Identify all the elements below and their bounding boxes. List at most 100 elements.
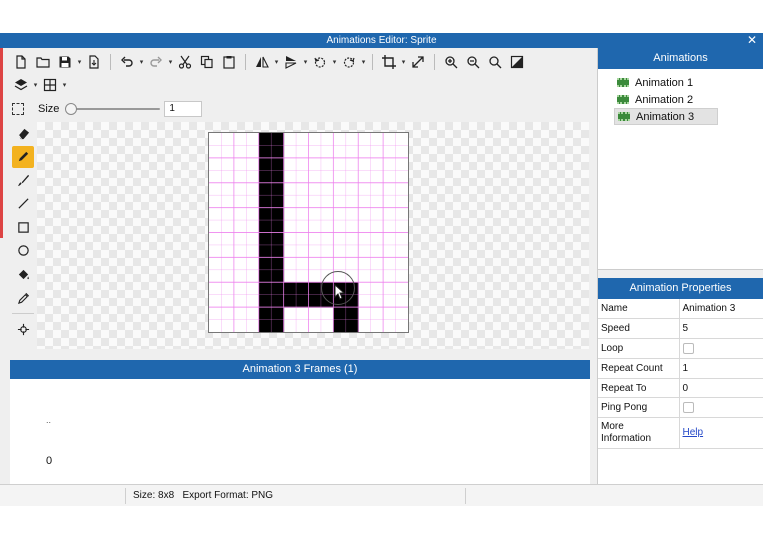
layers-dropdown-icon[interactable]: ▾ bbox=[32, 81, 39, 89]
redo-icon[interactable] bbox=[145, 51, 167, 73]
speed-value-field[interactable]: 5 bbox=[679, 318, 763, 340]
close-icon[interactable]: ✕ bbox=[747, 33, 757, 48]
window-title: Animations Editor: Sprite bbox=[326, 35, 437, 46]
zoom-in-icon[interactable] bbox=[440, 51, 462, 73]
pixel-grid[interactable] bbox=[209, 133, 408, 332]
property-key: Loop bbox=[598, 338, 680, 359]
properties-table: Name Animation 3 Speed 5 Loop Repeat Cou… bbox=[598, 299, 763, 450]
grid-dropdown-icon[interactable]: ▾ bbox=[61, 81, 68, 89]
title-bar: Animations Editor: Sprite ✕ bbox=[0, 33, 763, 48]
flip-horizontal-icon[interactable] bbox=[251, 51, 273, 73]
rectangle-tool[interactable] bbox=[12, 216, 34, 238]
panel-divider bbox=[598, 269, 763, 278]
film-strip-icon bbox=[617, 95, 629, 104]
property-key-line: Information bbox=[601, 433, 652, 445]
flip-vertical-dropdown-icon[interactable]: ▾ bbox=[302, 58, 309, 66]
property-key: More Information bbox=[598, 417, 680, 450]
line-tool[interactable] bbox=[12, 193, 34, 215]
property-row-repeat-to: Repeat To 0 bbox=[598, 378, 763, 399]
property-key: Name bbox=[598, 299, 680, 320]
export-icon[interactable] bbox=[83, 51, 105, 73]
layers-icon[interactable] bbox=[10, 74, 32, 96]
secondary-toolbar: ▾ ▾ bbox=[10, 74, 210, 96]
pencil-tool[interactable] bbox=[12, 145, 34, 168]
animations-list: Animation 1 Animation 2 Animation 3 bbox=[598, 69, 763, 269]
flip-vertical-icon[interactable] bbox=[280, 51, 302, 73]
save-icon[interactable] bbox=[54, 51, 76, 73]
cut-icon[interactable] bbox=[174, 51, 196, 73]
brush-tool[interactable] bbox=[12, 169, 34, 191]
repeat-to-field[interactable]: 0 bbox=[679, 378, 763, 399]
film-strip-icon bbox=[618, 112, 630, 121]
frame-index-label: 0 bbox=[46, 455, 53, 467]
resize-icon[interactable] bbox=[407, 51, 429, 73]
rotate-left-dropdown-icon[interactable]: ▾ bbox=[331, 58, 338, 66]
save-dropdown-icon[interactable]: ▾ bbox=[76, 58, 83, 66]
canvas-area[interactable] bbox=[37, 122, 589, 349]
paste-icon[interactable] bbox=[218, 51, 240, 73]
main-toolbar: ▾ ▾ ▾ ▾ ▾ ▾ ▾ ▾ bbox=[10, 50, 595, 74]
animation-item[interactable]: Animation 1 bbox=[614, 74, 718, 91]
undo-icon[interactable] bbox=[116, 51, 138, 73]
toolbar-separator bbox=[372, 54, 373, 70]
status-bar: Size: 8x8 Export Format: PNG bbox=[0, 484, 763, 506]
loop-checkbox[interactable] bbox=[682, 342, 694, 354]
toolbar-separator bbox=[434, 54, 435, 70]
rotate-right-icon[interactable] bbox=[338, 51, 360, 73]
toolbar-separator bbox=[245, 54, 246, 70]
size-slider-knob[interactable] bbox=[65, 103, 78, 115]
redo-dropdown-icon[interactable]: ▾ bbox=[167, 58, 174, 66]
copy-icon[interactable] bbox=[196, 51, 218, 73]
property-row-more-information: More Information Help bbox=[598, 417, 763, 450]
repeat-count-field[interactable]: 1 bbox=[679, 358, 763, 379]
animation-properties-header: Animation Properties bbox=[598, 278, 763, 299]
animation-item-selected[interactable]: Animation 3 bbox=[614, 108, 718, 125]
hotspot-tool[interactable] bbox=[12, 318, 34, 340]
animations-editor-window: Animations Editor: Sprite ✕ ▾ ▾ ▾ ▾ ▾ ▾ … bbox=[0, 33, 763, 506]
undo-dropdown-icon[interactable]: ▾ bbox=[138, 58, 145, 66]
ping-pong-checkbox[interactable] bbox=[682, 402, 694, 414]
right-panel: Animations Animation 1 Animation 2 Anima… bbox=[597, 48, 763, 488]
background-toggle-icon[interactable] bbox=[506, 51, 528, 73]
property-key: Speed bbox=[598, 318, 680, 340]
size-slider[interactable] bbox=[65, 102, 161, 116]
flip-horizontal-dropdown-icon[interactable]: ▾ bbox=[273, 58, 280, 66]
eraser-tool[interactable] bbox=[12, 122, 34, 144]
zoom-out-icon[interactable] bbox=[462, 51, 484, 73]
ellipse-tool[interactable] bbox=[12, 240, 34, 262]
grid-icon[interactable] bbox=[39, 74, 61, 96]
zoom-actual-icon[interactable] bbox=[484, 51, 506, 73]
crop-icon[interactable] bbox=[378, 51, 400, 73]
size-slider-track bbox=[69, 108, 161, 110]
animation-item-label: Animation 3 bbox=[636, 110, 695, 123]
crop-dropdown-icon[interactable]: ▾ bbox=[400, 58, 407, 66]
size-input[interactable]: 1 bbox=[164, 101, 203, 117]
drawing-tools bbox=[12, 122, 34, 342]
property-row-speed: Speed 5 bbox=[598, 318, 763, 340]
rotate-right-dropdown-icon[interactable]: ▾ bbox=[360, 58, 367, 66]
new-file-icon[interactable] bbox=[10, 51, 32, 73]
animation-item-label: Animation 2 bbox=[635, 93, 694, 106]
film-strip-icon bbox=[617, 78, 629, 87]
color-picker-tool[interactable] bbox=[12, 287, 34, 309]
pixel-canvas[interactable] bbox=[208, 132, 409, 333]
frames-panel[interactable]: .. 0 bbox=[10, 379, 590, 484]
brush-size-bar: Size 1 bbox=[12, 99, 203, 119]
mouse-pointer-icon bbox=[334, 284, 346, 300]
left-accent-strip bbox=[0, 48, 3, 238]
property-key: Repeat Count bbox=[598, 358, 680, 379]
frames-panel-header: Animation 3 Frames (1) bbox=[10, 360, 590, 379]
status-text: Size: 8x8 Export Format: PNG bbox=[133, 490, 274, 501]
status-separator bbox=[465, 487, 466, 504]
frame-thumbnail[interactable]: .. bbox=[46, 415, 51, 425]
open-folder-icon[interactable] bbox=[32, 51, 54, 73]
help-link[interactable]: Help bbox=[683, 427, 704, 438]
status-separator bbox=[125, 487, 126, 504]
toolbar-separator bbox=[110, 54, 111, 70]
fill-bucket-tool[interactable] bbox=[12, 264, 34, 286]
animation-item[interactable]: Animation 2 bbox=[614, 91, 718, 108]
tool-separator bbox=[12, 313, 34, 315]
rotate-left-icon[interactable] bbox=[309, 51, 331, 73]
selection-marquee-icon[interactable] bbox=[12, 103, 24, 115]
name-value-field[interactable]: Animation 3 bbox=[679, 299, 763, 320]
